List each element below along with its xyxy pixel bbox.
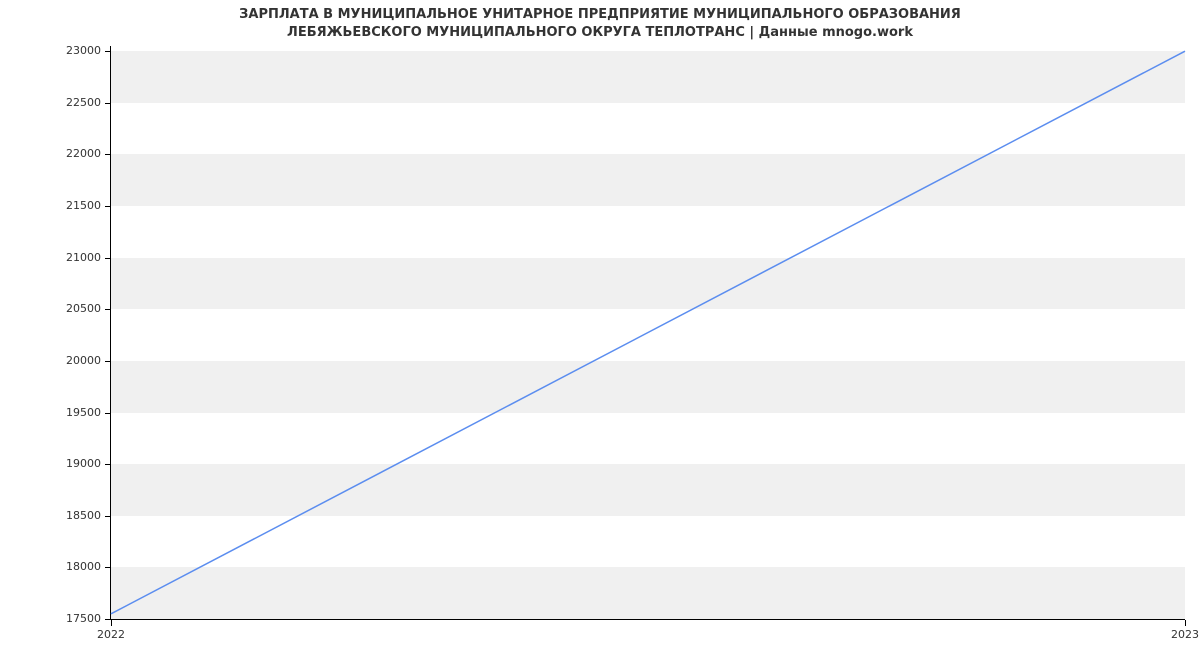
y-tick-label: 21000 xyxy=(66,251,111,264)
line-layer xyxy=(111,46,1185,619)
chart-title-line1: ЗАРПЛАТА В МУНИЦИПАЛЬНОЕ УНИТАРНОЕ ПРЕДП… xyxy=(239,7,961,22)
y-tick-label: 19500 xyxy=(66,406,111,419)
y-tick-label: 21500 xyxy=(66,199,111,212)
chart-title-line2: ЛЕБЯЖЬЕВСКОГО МУНИЦИПАЛЬНОГО ОКРУГА ТЕПЛ… xyxy=(287,25,913,40)
y-tick-label: 19000 xyxy=(66,457,111,470)
series-line xyxy=(111,51,1185,614)
chart-title: ЗАРПЛАТА В МУНИЦИПАЛЬНОЕ УНИТАРНОЕ ПРЕДП… xyxy=(0,6,1200,41)
x-tick-mark xyxy=(111,620,112,626)
y-tick-label: 22500 xyxy=(66,96,111,109)
y-tick-label: 23000 xyxy=(66,44,111,57)
plot-area: 1750018000185001900019500200002050021000… xyxy=(110,46,1185,620)
x-tick-mark xyxy=(1185,620,1186,626)
y-tick-label: 20000 xyxy=(66,354,111,367)
y-tick-label: 18500 xyxy=(66,509,111,522)
x-tick-label: 2022 xyxy=(97,628,125,641)
y-tick-label: 22000 xyxy=(66,147,111,160)
y-tick-label: 17500 xyxy=(66,612,111,625)
y-tick-label: 20500 xyxy=(66,302,111,315)
x-tick-label: 2023 xyxy=(1171,628,1199,641)
chart-container: ЗАРПЛАТА В МУНИЦИПАЛЬНОЕ УНИТАРНОЕ ПРЕДП… xyxy=(0,0,1200,650)
y-tick-label: 18000 xyxy=(66,560,111,573)
